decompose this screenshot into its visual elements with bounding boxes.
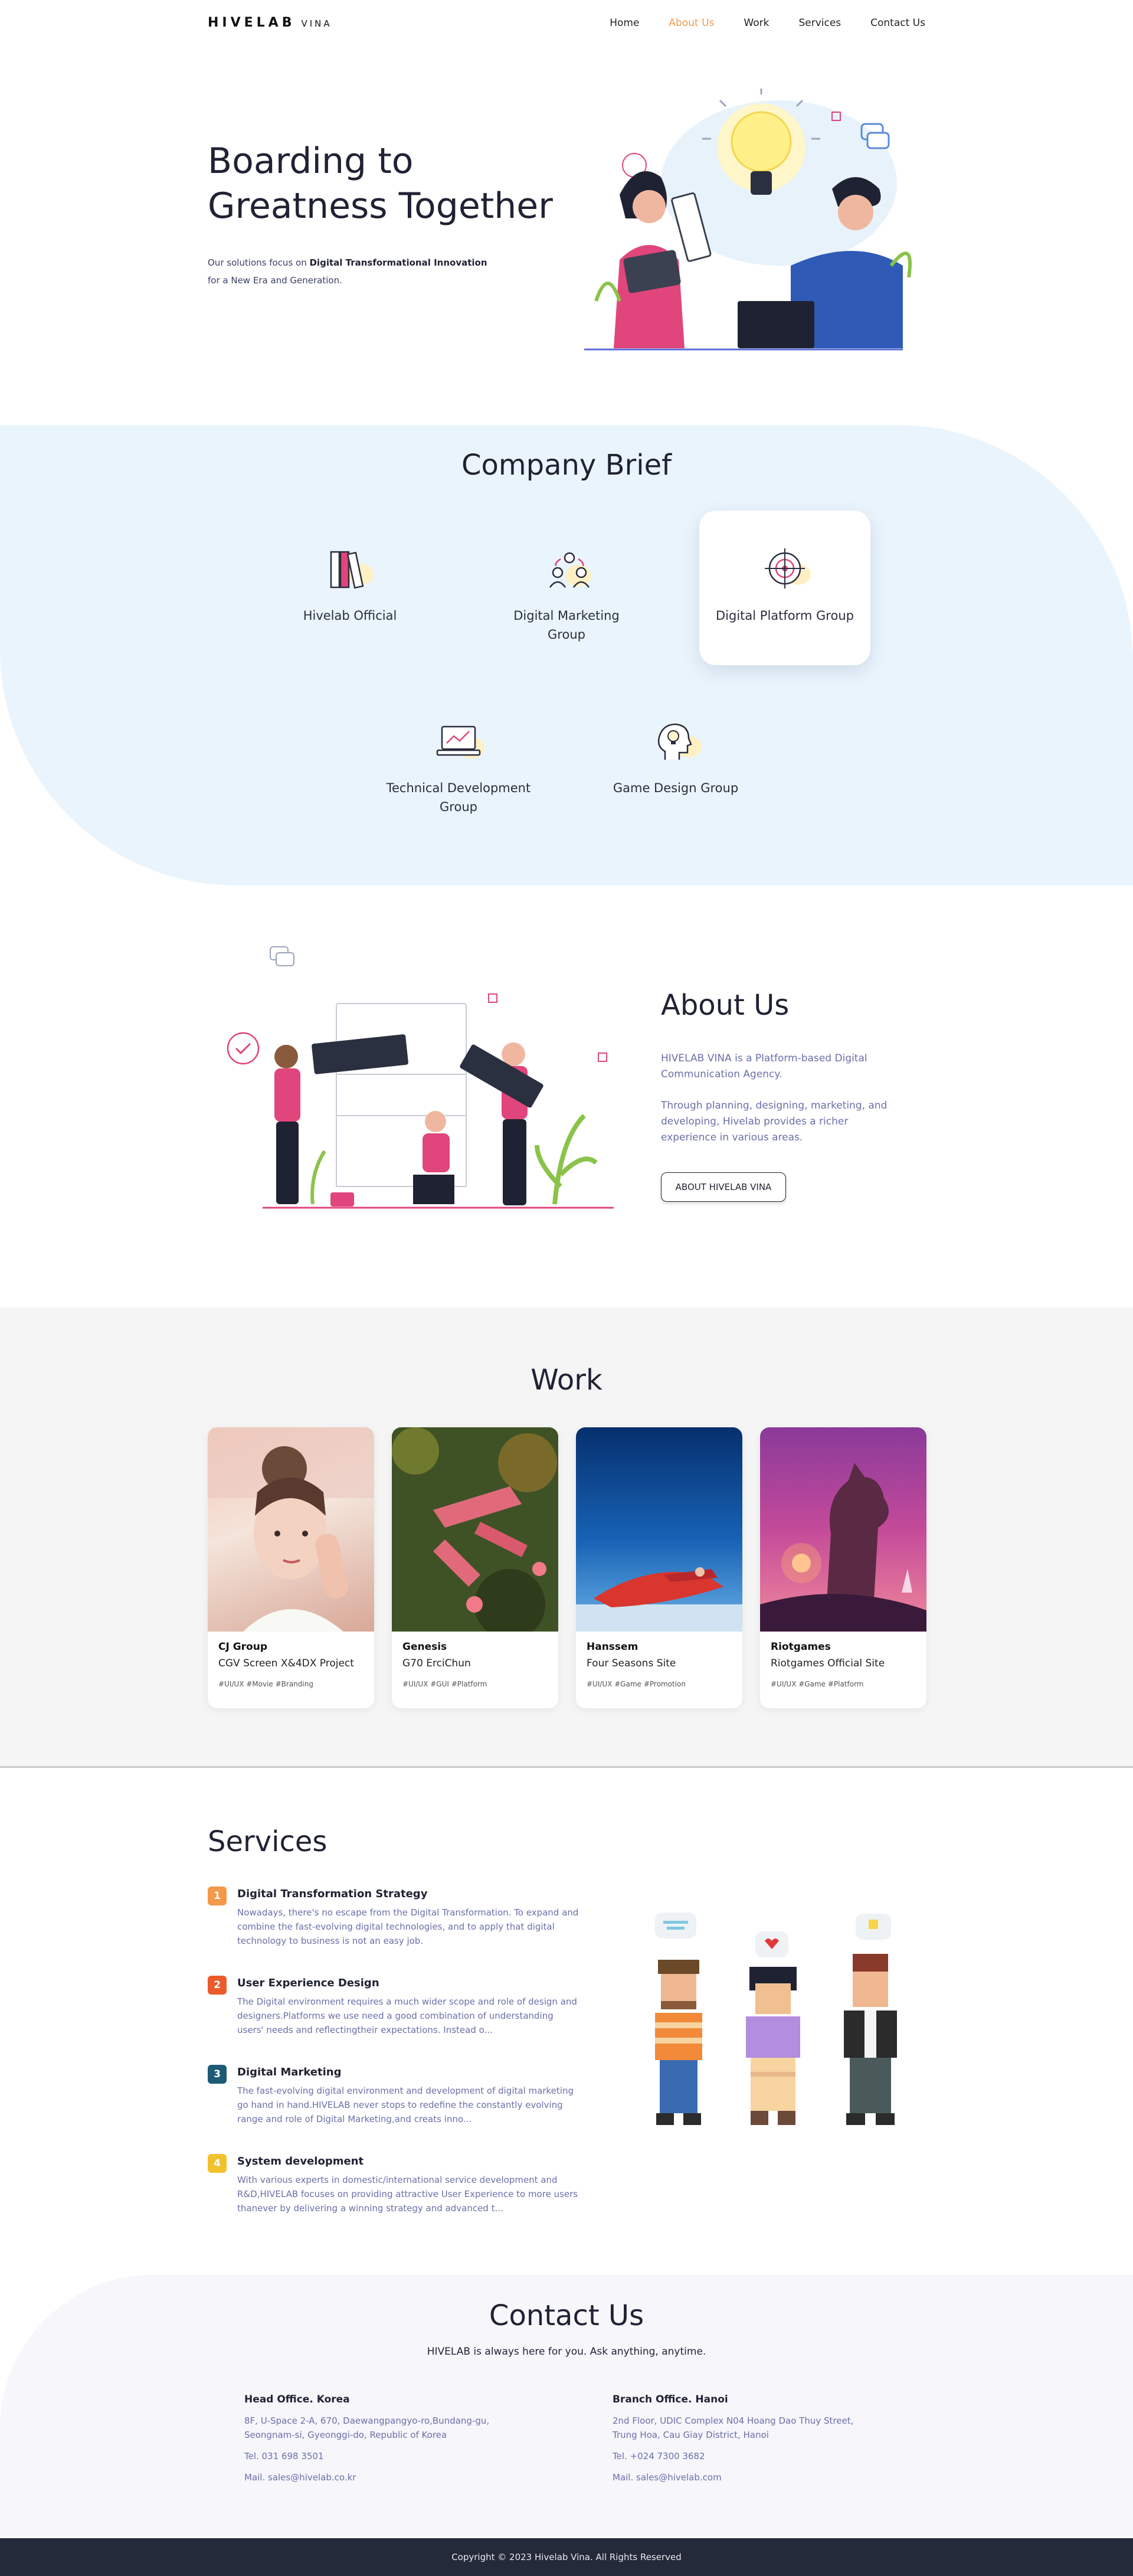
work-tags: #UI/UX #Game #Promotion	[587, 1680, 686, 1688]
work-project: G70 ErciChun	[402, 1658, 471, 1669]
service-description: The fast-evolving digital environment an…	[237, 2085, 574, 2124]
hero-desc-prefix: Our solutions focus on	[208, 257, 310, 268]
hero-desc-line2: for a New Era and Generation.	[208, 275, 342, 286]
service-name: Digital Transformation Strategy	[237, 1888, 428, 1900]
brief-label-digital-marketing: Digital Marketing Group	[513, 609, 620, 642]
brief-label-digital-platform: Digital Platform Group	[716, 609, 854, 623]
brief-card-digital-platform[interactable]: Digital Platform Group	[699, 511, 870, 665]
office-korea: Head Office. Korea 8F, U-Space 2-A, 670,…	[244, 2394, 551, 2485]
about-illustration	[227, 946, 614, 1209]
nav-work[interactable]: Work	[744, 17, 769, 29]
main-nav: Home About Us Work Services Contact Us	[610, 17, 925, 29]
about-paragraph-1: HIVELAB VINA is a Platform-based Digital…	[661, 1052, 867, 1080]
nav-home[interactable]: Home	[610, 17, 639, 29]
service-description: With various experts in domestic/interna…	[237, 2175, 578, 2214]
work-tags: #UI/UX #Movie #Branding	[218, 1680, 313, 1688]
about-title: About Us	[661, 989, 790, 1022]
work-image-riotgames	[760, 1427, 926, 1632]
office-address-1: 2nd Floor, UDIC Complex N04 Hoang Dao Th…	[613, 2415, 854, 2426]
service-name: User Experience Design	[237, 1977, 379, 1989]
service-name: Digital Marketing	[237, 2066, 342, 2078]
nav-about-us[interactable]: About Us	[669, 17, 714, 29]
work-image-cgv	[208, 1427, 374, 1632]
brief-card-technical-development[interactable]: Technical Development Group	[373, 683, 544, 838]
work-client: Genesis	[402, 1641, 447, 1653]
nav-contact-us[interactable]: Contact Us	[870, 17, 925, 29]
work-card-riotgames[interactable]: Riotgames Riotgames Official Site #UI/UX…	[760, 1427, 926, 1708]
service-number-badge: 3	[208, 2065, 227, 2084]
work-image-hanssem	[576, 1427, 742, 1632]
office-address-2: Seongnam-si, Gyeonggi-do, Republic of Ko…	[244, 2430, 447, 2440]
service-number-badge: 4	[208, 2154, 227, 2173]
hero-illustration	[584, 89, 912, 351]
service-description: Nowadays, there's no escape from the Dig…	[237, 1907, 579, 1946]
site-footer: Copyright © 2023 Hivelab Vina. All Right…	[0, 2538, 1133, 2576]
brief-card-digital-marketing[interactable]: Digital Marketing Group	[481, 511, 652, 665]
pixel-characters-illustration	[655, 1913, 897, 2125]
work-project: Four Seasons Site	[587, 1658, 676, 1669]
work-card-hanssem[interactable]: Hanssem Four Seasons Site #UI/UX #Game #…	[576, 1427, 742, 1708]
work-card-cj-group[interactable]: CJ Group CGV Screen X&4DX Project #UI/UX…	[208, 1427, 374, 1708]
office-phone[interactable]: Tel. +024 7300 3682	[613, 2449, 919, 2463]
office-name: Branch Office. Hanoi	[613, 2394, 728, 2405]
work-image-genesis	[392, 1427, 558, 1632]
service-number-badge: 2	[208, 1976, 227, 1995]
service-number-badge: 1	[208, 1887, 227, 1905]
hero-title-line2: Greatness Together	[208, 185, 553, 227]
logo-sub-text: VINA	[301, 18, 332, 29]
brief-card-game-design[interactable]: Game Design Group	[590, 683, 761, 838]
copyright-text: Copyright © 2023 Hivelab Vina. All Right…	[451, 2552, 682, 2562]
work-project: CGV Screen X&4DX Project	[218, 1658, 354, 1669]
brief-label-technical-development: Technical Development Group	[386, 781, 531, 814]
hero-title-line1: Boarding to	[208, 140, 414, 182]
work-client: CJ Group	[218, 1641, 268, 1653]
target-icon	[765, 548, 811, 589]
service-name: System development	[237, 2155, 364, 2168]
brief-label-game-design: Game Design Group	[613, 781, 739, 795]
about-hivelab-button[interactable]: ABOUT HIVELAB VINA	[661, 1172, 786, 1202]
hero-desc-bold: Digital Transformational Innovation	[309, 257, 487, 268]
contact-title: Contact Us	[489, 2299, 644, 2332]
office-phone[interactable]: Tel. 031 698 3501	[244, 2449, 551, 2463]
hero-title: Boarding to Greatness Together	[208, 139, 574, 228]
laptop-chart-icon	[436, 725, 484, 759]
about-paragraph-2: Through planning, designing, marketing, …	[661, 1100, 888, 1143]
brief-label-hivelab-official: Hivelab Official	[303, 609, 397, 623]
books-icon	[330, 551, 374, 589]
head-bulb-icon	[657, 723, 702, 760]
work-title: Work	[531, 1364, 602, 1397]
nav-services[interactable]: Services	[798, 17, 841, 29]
site-header: HIVELAB VINA Home About Us Work Services…	[0, 0, 1133, 47]
people-network-icon	[549, 552, 591, 588]
office-email[interactable]: Mail. sales@hivelab.com	[613, 2470, 919, 2485]
hero-description: Our solutions focus on Digital Transform…	[208, 254, 515, 289]
office-name: Head Office. Korea	[244, 2394, 350, 2405]
logo-main-text: HIVELAB	[208, 15, 296, 30]
service-description: The Digital environment requires a much …	[237, 1996, 577, 2035]
logo[interactable]: HIVELAB VINA	[208, 15, 332, 30]
work-client: Hanssem	[587, 1641, 638, 1653]
work-tags: #UI/UX #Game #Platform	[771, 1680, 864, 1688]
contact-subtitle: HIVELAB is always here for you. Ask anyt…	[427, 2346, 706, 2358]
office-hanoi: Branch Office. Hanoi 2nd Floor, UDIC Com…	[613, 2394, 919, 2485]
services-title: Services	[208, 1825, 328, 1858]
work-client: Riotgames	[771, 1641, 831, 1653]
work-card-genesis[interactable]: Genesis G70 ErciChun #UI/UX #GUI #Platfo…	[392, 1427, 558, 1708]
brief-card-hivelab-official[interactable]: Hivelab Official	[264, 511, 435, 665]
office-address-1: 8F, U-Space 2-A, 670, Daewangpangyo-ro,B…	[244, 2415, 490, 2426]
work-tags: #UI/UX #GUI #Platform	[402, 1680, 487, 1688]
company-brief-title: Company Brief	[461, 449, 672, 482]
office-email[interactable]: Mail. sales@hivelab.co.kr	[244, 2470, 551, 2485]
work-project: Riotgames Official Site	[771, 1658, 885, 1669]
office-address-2: Trung Hoa, Cau Giay District, Hanoi	[613, 2430, 769, 2440]
